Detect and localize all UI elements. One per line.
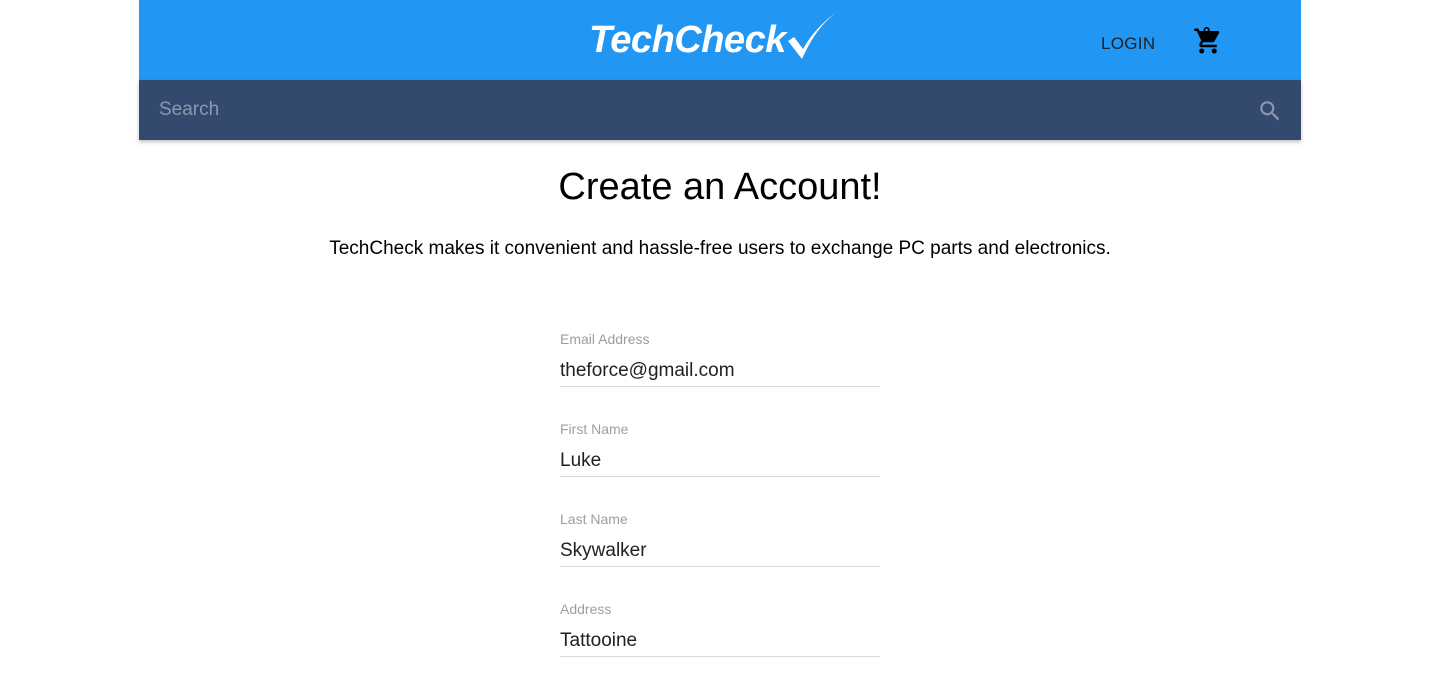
last-name-label: Last Name [560,511,628,527]
create-account-form: Email Address First Name Last Name Addre… [560,330,880,690]
first-name-label: First Name [560,421,629,437]
cart-count-badge: 0 [1203,24,1211,39]
last-name-field-group: Last Name [560,510,880,600]
email-label: Email Address [560,331,650,347]
search-input[interactable] [159,80,1249,140]
search-icon[interactable] [1257,98,1283,124]
app-container: TechCheck LOGIN 0 [139,0,1301,140]
email-field[interactable] [560,356,880,387]
address-field-group: Address [560,600,880,690]
logo-text: TechCheck [589,19,786,61]
first-name-field[interactable] [560,446,880,477]
last-name-field[interactable] [560,536,880,567]
brand-logo[interactable]: TechCheck [589,10,840,70]
email-field-group: Email Address [560,330,880,420]
checkmark-icon [787,11,838,59]
login-link[interactable]: LOGIN [1101,34,1155,54]
page-title: Create an Account! [558,166,882,208]
search-bar [139,80,1301,140]
first-name-field-group: First Name [560,420,880,510]
cart-button[interactable]: 0 [1193,24,1223,56]
address-field[interactable] [560,626,880,657]
address-label: Address [560,601,612,617]
page-description: TechCheck makes it convenient and hassle… [329,238,1111,259]
top-navbar: TechCheck LOGIN 0 [139,0,1301,80]
